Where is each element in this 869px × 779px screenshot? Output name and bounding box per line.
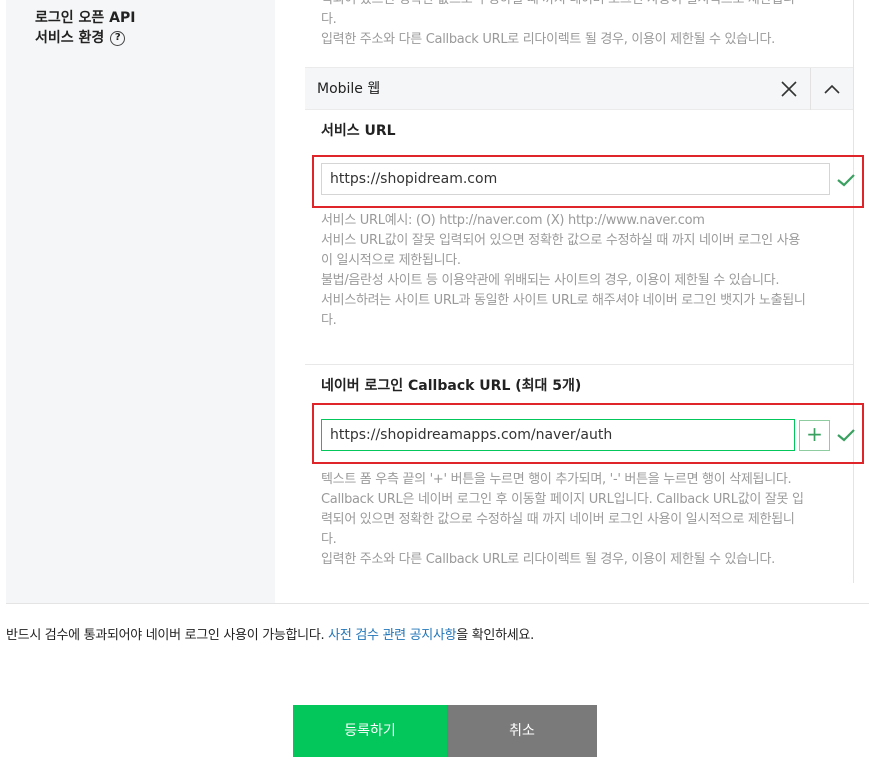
service-url-input[interactable]: https://shopidream.com — [321, 163, 830, 195]
review-notice-link[interactable]: 사전 검수 관련 공지사항 — [328, 628, 456, 643]
callback-url-label: 네이버 로그인 Callback URL (최대 5개) — [321, 378, 582, 394]
content-border — [853, 0, 854, 583]
mobile-web-section-header: Mobile 웹 — [305, 67, 853, 110]
valid-check-icon — [837, 174, 855, 187]
settings-label-panel: 로그인 오픈 API 서비스 환경? — [6, 0, 275, 603]
service-url-help: 서비스 URL예시: (O) http://naver.com (X) http… — [321, 213, 806, 328]
valid-check-icon — [837, 429, 855, 442]
label-line-1: 로그인 오픈 API — [35, 10, 136, 26]
chevron-up-icon[interactable] — [810, 68, 853, 110]
label-line-2: 서비스 환경 — [35, 30, 105, 46]
previous-callback-help: 력되어 있으면 정확한 값으로 수정하실 때 까지 네이버 로그인 사용이 일시… — [321, 0, 795, 47]
callback-url-input[interactable]: https://shopidreamapps.com/naver/auth — [321, 419, 795, 451]
add-row-button[interactable]: + — [799, 420, 830, 451]
environment-content: 력되어 있으면 정확한 값으로 수정하실 때 까지 네이버 로그인 사용이 일시… — [305, 0, 864, 583]
form-bottom-divider — [6, 603, 869, 604]
service-url-label: 서비스 URL — [321, 123, 396, 139]
service-environment-label: 로그인 오픈 API 서비스 환경? — [35, 8, 135, 48]
section-divider — [305, 364, 853, 365]
close-icon[interactable] — [767, 68, 810, 110]
callback-url-help: 텍스트 폼 우측 끝의 '+' 버튼을 누르면 행이 추가되며, '-' 버튼을… — [321, 472, 804, 567]
register-button[interactable]: 등록하기 — [293, 705, 447, 757]
help-icon[interactable]: ? — [110, 30, 126, 46]
cancel-button[interactable]: 취소 — [447, 705, 597, 757]
review-notice: 반드시 검수에 통과되어야 네이버 로그인 사용이 가능합니다. 사전 검수 관… — [6, 628, 534, 643]
section-title: Mobile 웹 — [317, 81, 381, 97]
